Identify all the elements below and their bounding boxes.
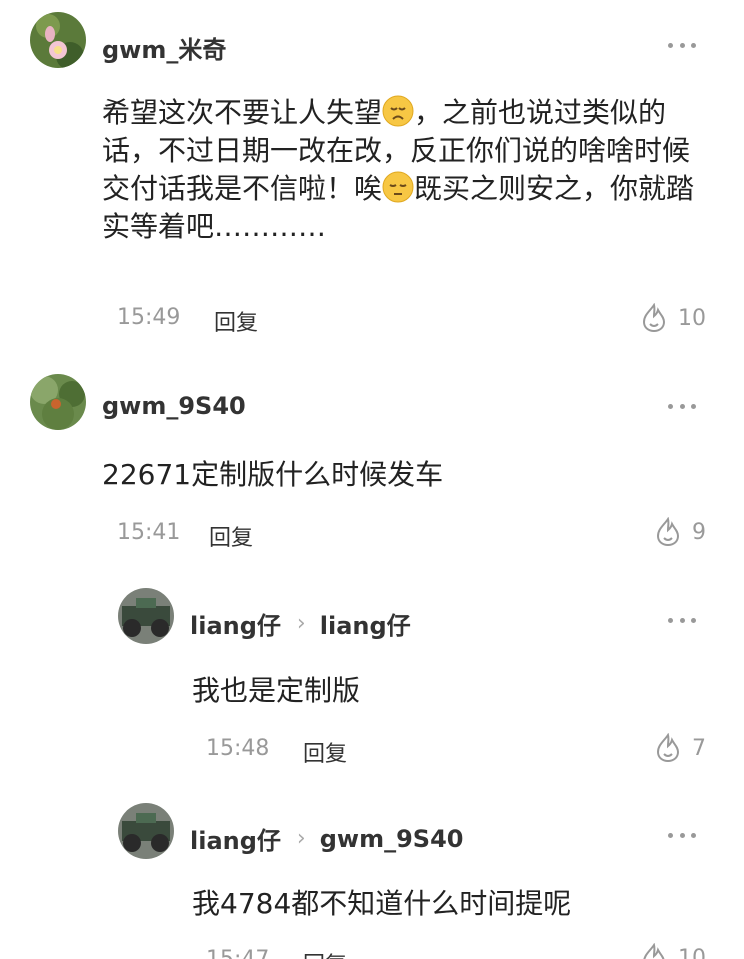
flame-icon: [643, 943, 665, 959]
reply-item: liang仔 › gwm_9S40 我4784都不知道什么时间提呢 15:47 …: [0, 795, 744, 959]
chevron-right-icon: ›: [296, 611, 306, 636]
comment-time: 15:48: [206, 736, 270, 761]
flame-icon: [656, 733, 680, 763]
more-options-icon[interactable]: [668, 825, 696, 845]
reply-button[interactable]: 回复: [303, 736, 347, 768]
comment-text: 我也是定制版: [192, 674, 361, 707]
comment-item: gwm_9S40 22671定制版什么时候发车 15:41 回复 9: [0, 360, 744, 570]
like-button[interactable]: 9: [654, 517, 706, 547]
avatar[interactable]: [118, 803, 174, 859]
comment-time: 15:41: [117, 520, 181, 545]
like-button[interactable]: 10: [640, 943, 706, 959]
comment-time: 15:49: [117, 305, 181, 330]
like-count: 9: [692, 519, 706, 545]
reply-to-username[interactable]: gwm_9S40: [320, 825, 464, 853]
comment-time: 15:47: [206, 947, 269, 959]
pensive-face-icon: [382, 171, 414, 203]
avatar[interactable]: [30, 12, 86, 68]
chevron-right-icon: ›: [296, 826, 306, 851]
like-button[interactable]: 7: [654, 733, 706, 763]
reply-header: liang仔 › gwm_9S40: [190, 821, 463, 856]
more-options-icon[interactable]: [668, 610, 696, 630]
reply-item: liang仔 › liang仔 我也是定制版 15:48 回复 7: [0, 580, 744, 790]
comment-item: gwm_米奇 希望这次不要让人失望 ，之前也说过类似的话，不过日期一改在改，反正你…: [0, 0, 744, 350]
more-options-icon[interactable]: [668, 35, 696, 55]
username[interactable]: liang仔: [190, 606, 281, 641]
comment-text: 希望这次不要让人失望 ，之前也说过类似的话，不过日期一改在改，反正你们说的啥啥时候…: [102, 95, 695, 243]
reply-button[interactable]: 回复: [303, 947, 347, 959]
like-count: 10: [678, 305, 706, 331]
reply-header: liang仔 › liang仔: [190, 606, 411, 641]
username[interactable]: gwm_米奇: [102, 30, 226, 65]
comment-text: 22671定制版什么时候发车: [102, 458, 444, 491]
reply-button[interactable]: 回复: [214, 305, 258, 337]
like-count: 7: [692, 735, 706, 761]
like-button[interactable]: 10: [640, 303, 706, 333]
disappointed-face-icon: [382, 95, 414, 127]
more-options-icon[interactable]: [668, 396, 696, 416]
username[interactable]: gwm_9S40: [102, 392, 246, 420]
username[interactable]: liang仔: [190, 821, 281, 856]
avatar[interactable]: [30, 374, 86, 430]
comment-text: 我4784都不知道什么时间提呢: [192, 887, 572, 920]
flame-icon: [656, 517, 680, 547]
avatar[interactable]: [118, 588, 174, 644]
like-count: 10: [678, 945, 706, 959]
reply-button[interactable]: 回复: [209, 520, 253, 552]
reply-to-username[interactable]: liang仔: [320, 606, 411, 641]
flame-icon: [642, 303, 666, 333]
